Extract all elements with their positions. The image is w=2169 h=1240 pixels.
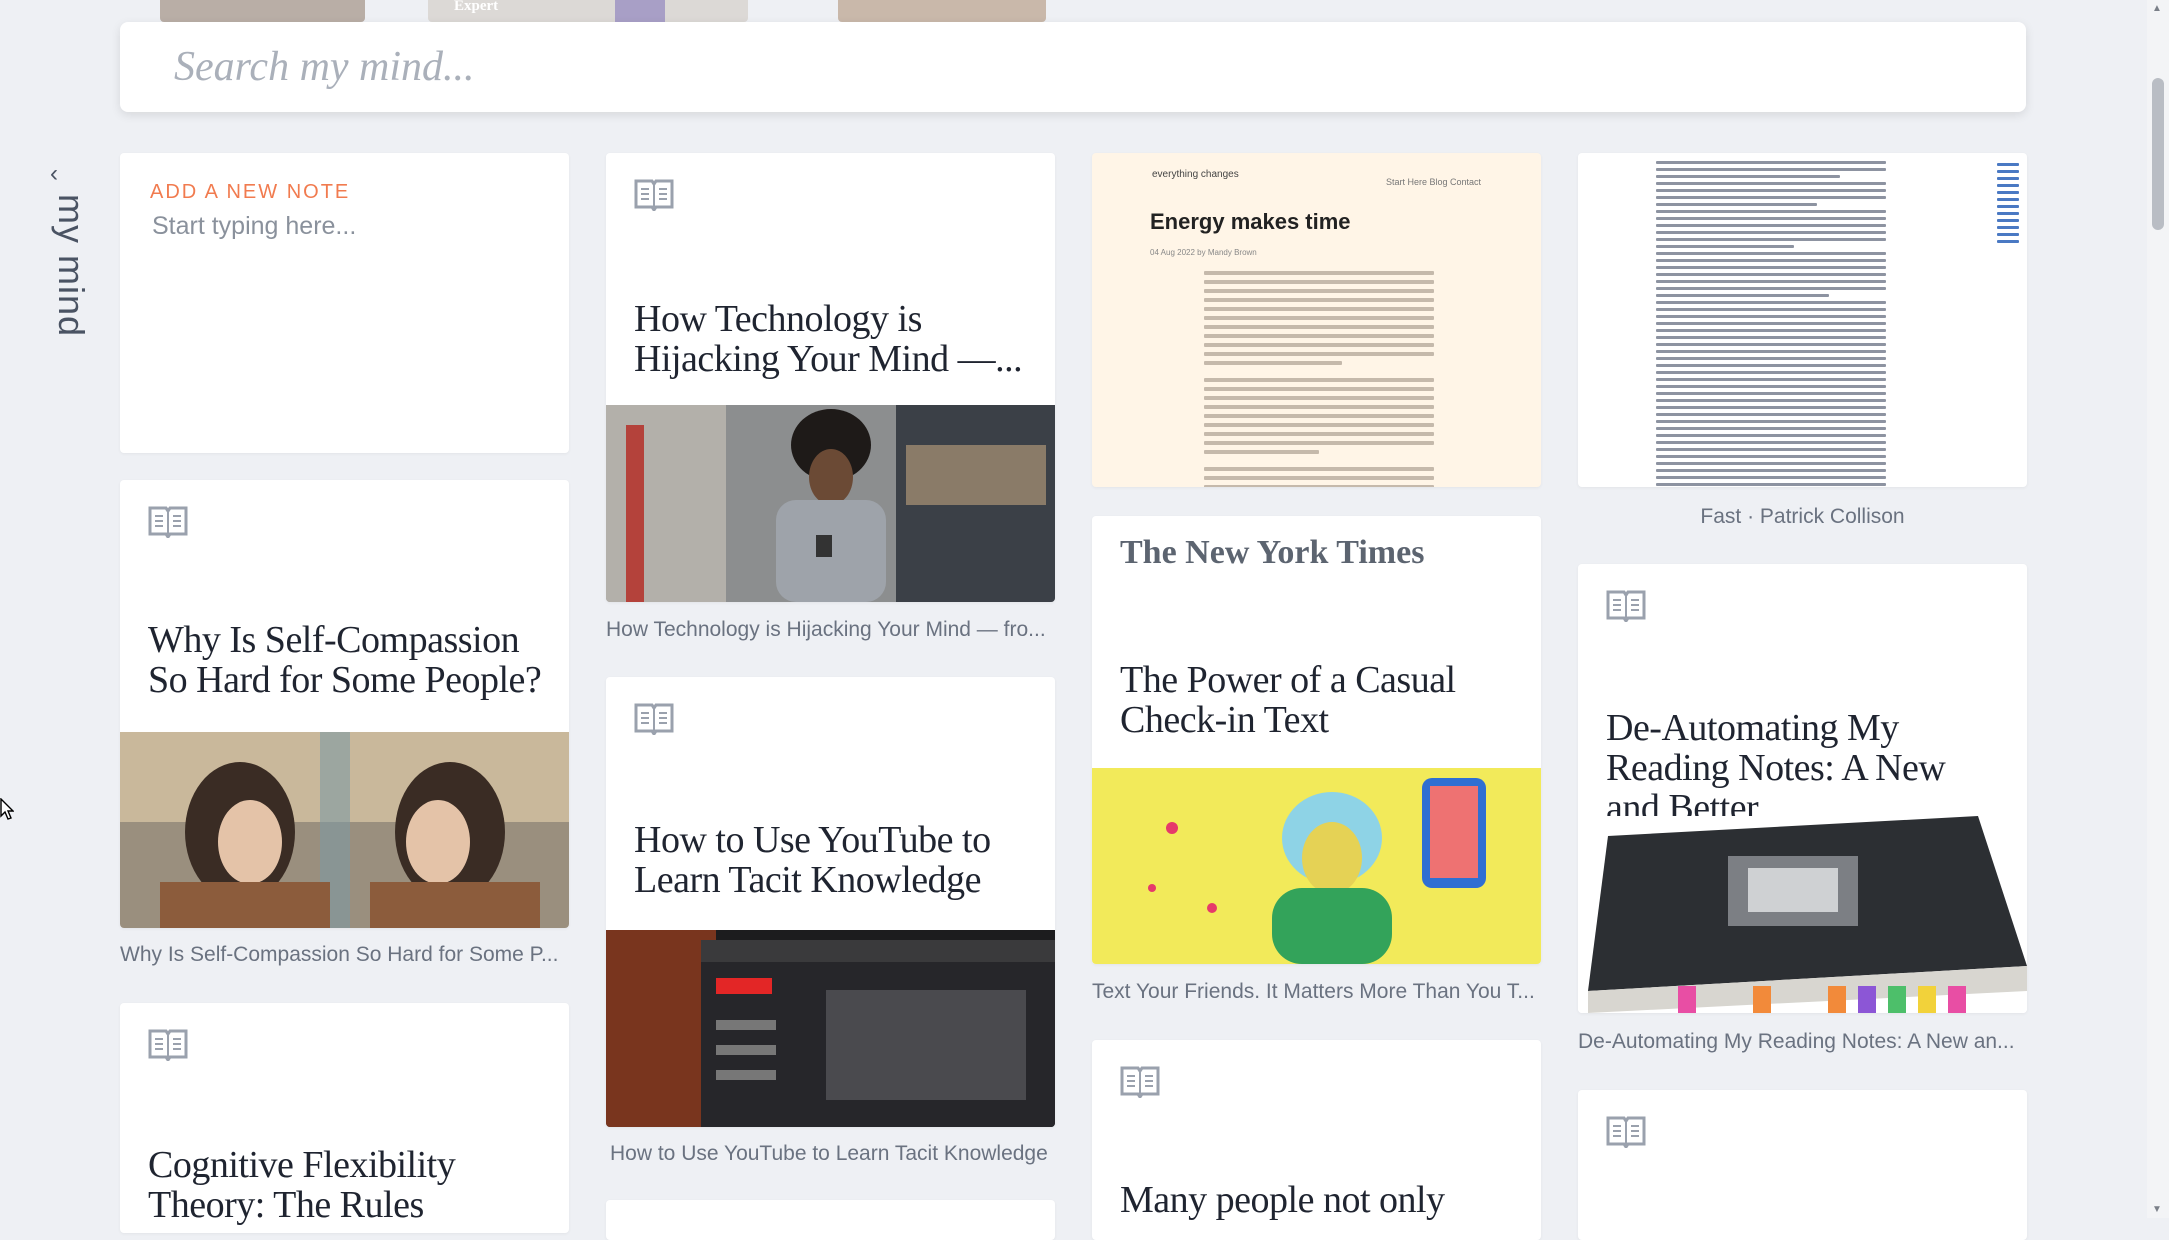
my-mind-toggle[interactable]: ‹ my mind [40, 160, 92, 340]
book-icon [1606, 590, 1646, 622]
scroll-thumb[interactable] [2152, 78, 2164, 230]
card-caption: Text Your Friends. It Matters More Than … [1092, 980, 1535, 1003]
card-casual-checkin[interactable]: The New York Times The Power of a Casual… [1092, 516, 1541, 964]
previous-row-thumbnails: Expert [160, 0, 1046, 22]
article-title: Many people not only [1120, 1179, 1445, 1221]
scroll-up-arrow-icon[interactable]: ▲ [2152, 3, 2162, 14]
publisher-logo: The New York Times [1120, 534, 1425, 571]
thumbnail[interactable]: Expert [428, 0, 748, 22]
blog-brand: everything changes [1152, 169, 1239, 180]
thumbnail[interactable] [160, 0, 365, 22]
book-icon [634, 703, 674, 735]
card-tech-hijacking[interactable]: How Technology is Hijacking Your Mind —.… [606, 153, 1055, 602]
search-bar [120, 22, 2026, 112]
card-self-compassion[interactable]: Why Is Self-Compassion So Hard for Some … [120, 480, 569, 928]
card-caption: How Technology is Hijacking Your Mind — … [606, 618, 1046, 641]
card-caption: How to Use YouTube to Learn Tacit Knowle… [610, 1142, 1048, 1165]
doc-preview-text [1656, 161, 1886, 487]
scrollbar[interactable]: ▲ ▼ [2147, 0, 2169, 1218]
blog-nav: Start Here Blog Contact [1385, 177, 1481, 187]
card-youtube-tacit[interactable]: How to Use YouTube to Learn Tacit Knowle… [606, 677, 1055, 1127]
book-icon [148, 506, 188, 538]
article-image [606, 405, 1055, 602]
article-title: Cognitive Flexibility Theory: The Rules [148, 1144, 456, 1226]
article-title: De-Automating My Reading Notes: A New an… [1606, 707, 1946, 829]
scroll-down-arrow-icon[interactable]: ▼ [2152, 1204, 2162, 1215]
article-title: Why Is Self-Compassion So Hard for Some … [148, 619, 542, 701]
blog-title: Energy makes time [1150, 209, 1351, 234]
doc-preview-links [1997, 163, 2019, 247]
article-image [606, 930, 1055, 1127]
article-image [1578, 816, 2027, 1013]
card-caption: Fast · Patrick Collison [1700, 505, 1905, 528]
book-icon [1606, 1116, 1646, 1148]
add-note-label: ADD A NEW NOTE [150, 181, 351, 203]
card-caption: De-Automating My Reading Notes: A New an… [1578, 1030, 2015, 1053]
article-title: The Power of a Casual Check-in Text [1120, 659, 1456, 741]
card-many-people[interactable]: Many people not only [1092, 1040, 1541, 1240]
book-icon [634, 179, 674, 211]
book-icon [1120, 1066, 1160, 1098]
blog-meta: 04 Aug 2022 by Mandy Brown [1150, 248, 1257, 257]
article-title: How Technology is Hijacking Your Mind —.… [634, 298, 1023, 380]
card-caption: Why Is Self-Compassion So Hard for Some … [120, 943, 559, 966]
thumbnail-text: Expert [454, 0, 499, 14]
article-image [1092, 768, 1541, 964]
card-partial[interactable] [606, 1200, 1055, 1240]
new-note-input[interactable] [150, 211, 534, 242]
article-title: How to Use YouTube to Learn Tacit Knowle… [634, 819, 991, 901]
mouse-cursor-icon [0, 798, 14, 820]
search-input[interactable] [172, 36, 1976, 98]
article-image [120, 732, 569, 928]
my-mind-label: my mind [51, 194, 92, 338]
book-icon [148, 1029, 188, 1061]
card-cognitive-flexibility[interactable]: Cognitive Flexibility Theory: The Rules [120, 1003, 569, 1233]
card-energy-makes-time[interactable]: everything changes Start Here Blog Conta… [1092, 153, 1541, 487]
thumbnail-accent [615, 0, 665, 22]
blog-body-preview [1204, 271, 1434, 487]
add-note-card: ADD A NEW NOTE [120, 153, 569, 453]
chevron-left-icon: ‹ [50, 160, 58, 187]
thumbnail[interactable] [838, 0, 1046, 22]
card-fast[interactable] [1578, 153, 2027, 487]
card-de-automating[interactable]: De-Automating My Reading Notes: A New an… [1578, 564, 2027, 1013]
